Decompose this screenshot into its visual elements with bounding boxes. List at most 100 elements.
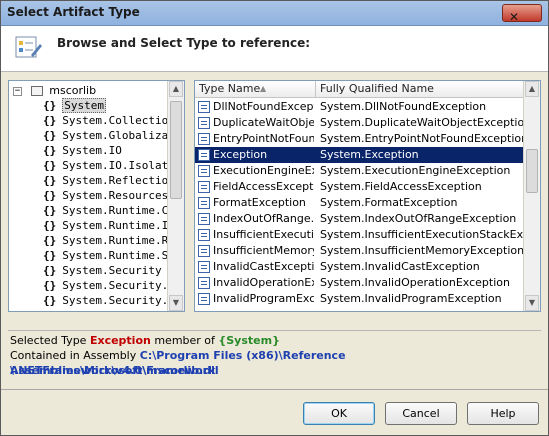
- table-row[interactable]: DllNotFoundException System.DllNotFoundEx…: [195, 99, 525, 115]
- class-type-icon: [198, 101, 210, 113]
- namespace-icon: {}: [43, 99, 57, 112]
- table-row[interactable]: DuplicateWaitObje... System.DuplicateWait…: [195, 115, 525, 131]
- scroll-up-icon[interactable]: ▲: [525, 81, 539, 97]
- tree-item-label: System.Security: [62, 264, 162, 277]
- tree-item[interactable]: {} System.Runtime.Remot: [31, 233, 184, 248]
- table-row[interactable]: FieldAccessException System.FieldAccessEx…: [195, 179, 525, 195]
- tree-item[interactable]: {} System.Reflection: [31, 173, 175, 188]
- table-row[interactable]: InsufficientExecuti... System.Insufficien…: [195, 227, 525, 243]
- tree-root-label: mscorlib: [49, 84, 97, 97]
- tree-item[interactable]: {}System.Collections.Gen: [31, 113, 184, 128]
- type-name-cell: IndexOutOfRange...: [213, 212, 314, 225]
- table-row[interactable]: InvalidOperationEx... System.InvalidOpera…: [195, 275, 525, 291]
- scroll-up-icon[interactable]: ▲: [169, 81, 183, 97]
- table-row[interactable]: InsufficientMemory... System.Insufficient…: [195, 243, 525, 259]
- type-name-cell: EntryPointNotFoun...: [213, 132, 314, 145]
- table-row[interactable]: ExecutionEngineEx... System.ExecutionEngi…: [195, 163, 525, 179]
- scroll-down-icon[interactable]: ▼: [525, 295, 539, 311]
- title-bar[interactable]: Select Artifact Type ✕: [1, 1, 548, 26]
- assembly-line-continued: \.NETFramework\v4.0\mscorlib.dll: [10, 363, 219, 378]
- tree-item[interactable]: {}System.Runtime.Intero: [31, 218, 184, 233]
- tree-item[interactable]: {}System.IO.IsolatedStor: [31, 158, 184, 173]
- sort-ascending-icon: ▲: [260, 84, 267, 93]
- class-type-icon: [198, 245, 210, 257]
- grid-scroll-thumb[interactable]: [526, 149, 538, 193]
- type-name-cell: DuplicateWaitObje...: [213, 116, 314, 129]
- types-grid[interactable]: Type Name ▲ Fully Qualified Name DllNotF…: [194, 80, 541, 312]
- tree-item[interactable]: {} System.Security: [31, 263, 162, 278]
- selection-info: Selected Type Exception member of {Syste…: [8, 330, 541, 384]
- tree-item-label: System.Resources: [62, 189, 169, 202]
- namespace-tree[interactable]: − mscorlib {} System{}System.Collections.…: [8, 80, 185, 312]
- type-name-cell: InvalidOperationEx...: [213, 276, 314, 289]
- namespace-icon: {}: [43, 129, 57, 142]
- table-row[interactable]: Exception System.Exception: [195, 147, 525, 163]
- type-name-cell: ExecutionEngineEx...: [213, 164, 314, 177]
- type-name-cell: FormatException: [213, 196, 306, 209]
- class-type-icon: [198, 229, 210, 241]
- tree-item[interactable]: {}System.Security.Crypto: [31, 293, 184, 308]
- ok-button[interactable]: OK: [303, 402, 375, 425]
- selected-type-prefix: Selected Type: [10, 334, 90, 347]
- class-type-icon: [198, 181, 210, 193]
- class-type-icon: [198, 117, 210, 129]
- selected-type-line: Selected Type Exception member of {Syste…: [10, 333, 280, 348]
- type-name-cell: InsufficientMemory...: [213, 244, 314, 257]
- table-row[interactable]: InvalidCastException System.InvalidCastEx…: [195, 259, 525, 275]
- tree-item-label: System: [62, 98, 106, 113]
- class-type-icon: [198, 165, 210, 177]
- table-row[interactable]: FormatException System.FormatException: [195, 195, 525, 211]
- tree-item-label: System.IO: [62, 144, 122, 157]
- qualified-name-cell: System.InvalidOperationException: [320, 276, 510, 289]
- grid-scrollbar[interactable]: ▲ ▼: [523, 81, 540, 311]
- window-title: Select Artifact Type: [7, 5, 140, 19]
- tree-root[interactable]: − mscorlib: [13, 83, 96, 98]
- tree-item[interactable]: {}System.Runtime.Serializ: [31, 248, 184, 263]
- tree-item[interactable]: {} System.IO: [31, 143, 122, 158]
- artifact-type-icon: [15, 36, 42, 58]
- tree-item[interactable]: {} System.Resources: [31, 188, 168, 203]
- cancel-button[interactable]: Cancel: [385, 402, 457, 425]
- class-type-icon: [198, 133, 210, 145]
- type-name-cell: DllNotFoundException: [213, 100, 314, 113]
- namespace-icon: {}: [43, 249, 57, 262]
- table-row[interactable]: IndexOutOfRange... System.IndexOutOfRange…: [195, 211, 525, 227]
- class-type-icon: [198, 197, 210, 209]
- tree-item[interactable]: {}System.Security.Access: [31, 278, 184, 293]
- column-header-label: Fully Qualified Name: [320, 82, 434, 95]
- qualified-name-cell: System.InsufficientMemoryException: [320, 244, 523, 257]
- namespace-icon: {}: [43, 189, 57, 202]
- assembly-icon: [30, 86, 43, 96]
- namespace-icon: {}: [43, 114, 57, 127]
- qualified-name-cell: System.Exception: [320, 148, 419, 161]
- tree-scroll-thumb[interactable]: [170, 101, 182, 199]
- class-type-icon: [198, 149, 210, 161]
- qualified-name-cell: System.DuplicateWaitObjectException: [320, 116, 523, 129]
- assembly-path-continued: \.NETFramework\v4.0\mscorlib.dll: [10, 364, 219, 377]
- qualified-name-cell: System.EntryPointNotFoundException: [320, 132, 523, 145]
- class-type-icon: [198, 277, 210, 289]
- header-panel: Browse and Select Type to reference:: [1, 26, 548, 72]
- help-button[interactable]: Help: [467, 402, 539, 425]
- namespace-icon: {}: [43, 144, 57, 157]
- namespace-icon: {}: [43, 159, 57, 172]
- qualified-name-cell: System.IndexOutOfRangeException: [320, 212, 517, 225]
- type-name-cell: InsufficientExecuti...: [213, 228, 314, 241]
- tree-item[interactable]: {} System: [31, 98, 106, 113]
- close-button[interactable]: ✕: [502, 4, 542, 24]
- column-header-type-name[interactable]: Type Name ▲: [195, 81, 316, 98]
- table-row[interactable]: EntryPointNotFoun... System.EntryPointNot…: [195, 131, 525, 147]
- tree-item[interactable]: {} System.Globalization: [31, 128, 184, 143]
- tree-item[interactable]: {}System.Runtime.Compil: [31, 203, 184, 218]
- column-header-qualified-name[interactable]: Fully Qualified Name: [316, 81, 525, 98]
- scroll-down-icon[interactable]: ▼: [169, 295, 183, 311]
- namespace-icon: {}: [43, 234, 57, 247]
- selected-namespace: {System}: [218, 334, 280, 347]
- member-of-text: member of: [150, 334, 219, 347]
- tree-scrollbar[interactable]: ▲ ▼: [167, 81, 184, 311]
- type-name-cell: InvalidCastException: [213, 260, 314, 273]
- collapse-icon[interactable]: −: [13, 86, 22, 96]
- table-row[interactable]: InvalidProgramExc... System.InvalidProgra…: [195, 291, 525, 307]
- selected-type-name: Exception: [89, 334, 151, 347]
- divider: [1, 389, 548, 390]
